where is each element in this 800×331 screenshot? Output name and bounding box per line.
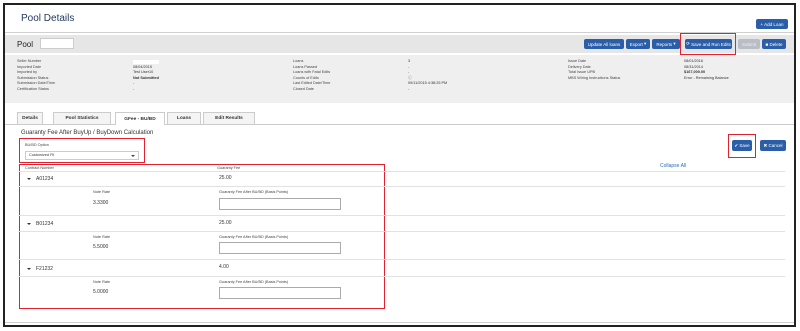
guaranty-fee-value: 25.00 bbox=[219, 175, 232, 181]
caret-down-icon bbox=[27, 222, 31, 225]
tab-details[interactable]: Details bbox=[17, 112, 43, 124]
row-divider bbox=[18, 186, 785, 187]
collapse-all-link[interactable]: Collapse All bbox=[660, 163, 686, 169]
x-icon: ✖ bbox=[763, 142, 768, 148]
submit-button[interactable]: Submit bbox=[738, 39, 760, 49]
info-label: Last Edited Date/Time bbox=[293, 81, 331, 85]
export-dropdown-button[interactable]: Export ▾ bbox=[626, 39, 650, 49]
bubd-option-select[interactable]: Customized Fit bbox=[25, 151, 139, 160]
cancel-label: Cancel bbox=[768, 143, 783, 148]
cancel-button[interactable]: ✖ Cancel bbox=[760, 140, 786, 151]
contract-row-a01234[interactable]: A01234 bbox=[27, 176, 53, 182]
note-rate-label: Note Rate bbox=[93, 280, 111, 284]
caret-down-icon bbox=[131, 155, 135, 157]
header-divider bbox=[18, 171, 785, 172]
contract-number-header: Contract Number bbox=[25, 166, 54, 170]
info-left-labels: Seller Number Imported Date Imported by … bbox=[17, 59, 55, 92]
caret-down-icon bbox=[27, 177, 31, 180]
info-label: Closed Date bbox=[293, 86, 314, 91]
fee-after-bubd-input[interactable] bbox=[219, 242, 341, 254]
row-divider bbox=[18, 215, 785, 216]
reports-dropdown-button[interactable]: Reports ▾ bbox=[652, 39, 680, 49]
info-mid-values: 3 - - ⓘ 09/11/2015 4:38:25 PM - bbox=[408, 59, 447, 92]
contract-number: F21232 bbox=[36, 266, 53, 272]
save-button[interactable]: ✔ Save bbox=[732, 140, 752, 151]
info-label: Loans with Fatal Edits bbox=[293, 70, 331, 74]
note-rate-label: Note Rate bbox=[93, 235, 111, 239]
info-icon: ⓘ bbox=[408, 75, 412, 80]
fee-after-label: Guaranty Fee After BU/BD (Basis Points) bbox=[219, 280, 289, 284]
row-divider bbox=[18, 231, 785, 232]
fee-after-label: Guaranty Fee After BU/BD (Basis Points) bbox=[219, 235, 289, 239]
reports-label: Reports bbox=[656, 41, 673, 47]
fee-after-bubd-input[interactable] bbox=[219, 198, 341, 210]
info-right-values: 08/01/2016 08/31/2014 $167,000.00 Error … bbox=[684, 59, 729, 81]
check-icon: ✔ bbox=[734, 142, 739, 148]
info-value: - bbox=[408, 86, 410, 91]
add-loan-button[interactable]: + Add Loan bbox=[756, 19, 788, 29]
highlight-save-run bbox=[680, 33, 736, 55]
note-rate-label: Note Rate bbox=[93, 190, 111, 194]
row-divider bbox=[18, 259, 785, 260]
info-mid-labels: Loans Loans Passed Loans with Fatal Edit… bbox=[293, 59, 330, 92]
tab-edit-results[interactable]: Edit Results bbox=[203, 112, 255, 124]
row-divider bbox=[18, 276, 785, 277]
note-rate-value: 5.5000 bbox=[93, 244, 109, 250]
note-rate-value: 3.3300 bbox=[93, 200, 109, 206]
contract-row-b01234[interactable]: B01234 bbox=[27, 221, 53, 227]
info-value: 09/11/2015 4:38:25 PM bbox=[408, 81, 448, 85]
guaranty-fee-header: Guaranty Fee bbox=[217, 166, 241, 170]
delete-label: Delete bbox=[769, 41, 783, 47]
guaranty-fee-value: 25.00 bbox=[219, 220, 232, 226]
page-title: Pool Details bbox=[21, 13, 75, 24]
pool-number-field[interactable] bbox=[40, 38, 74, 49]
delete-button[interactable]: ■ Delete bbox=[762, 39, 786, 49]
info-right-labels: Issue Date Delivery Date Total Issue UPB… bbox=[568, 59, 620, 81]
contract-number: B01234 bbox=[36, 221, 54, 227]
info-value: Not Submitted bbox=[133, 75, 159, 80]
caret-down-icon bbox=[27, 267, 31, 270]
update-all-loans-button[interactable]: Update All loans bbox=[584, 39, 624, 49]
title-divider bbox=[5, 32, 794, 33]
caret-down-icon: ▾ bbox=[644, 41, 647, 46]
info-value: - bbox=[133, 86, 135, 91]
guaranty-fee-value: 4.00 bbox=[219, 264, 229, 270]
info-label: Submission Date/Time bbox=[17, 81, 56, 85]
pool-info-panel: Seller Number Imported Date Imported by … bbox=[5, 55, 794, 103]
contract-number: A01234 bbox=[36, 176, 54, 182]
contract-row-f21232[interactable]: F21232 bbox=[27, 266, 53, 272]
export-label: Export bbox=[629, 41, 643, 47]
note-rate-value: 5.0000 bbox=[93, 289, 109, 295]
tab-loans[interactable]: Loans bbox=[167, 112, 201, 124]
info-left-values: 08/04/2015 Test User10 Not Submitted - - bbox=[133, 59, 159, 92]
pool-label: Pool bbox=[17, 40, 34, 49]
trash-icon: ■ bbox=[765, 41, 769, 47]
info-label: Certification Status bbox=[17, 86, 49, 91]
tab-gfee-bubd[interactable]: GFee - BU/BD bbox=[115, 112, 165, 125]
option-label: BU/BD Option bbox=[25, 143, 49, 147]
fee-after-bubd-input[interactable] bbox=[219, 287, 341, 299]
tab-pool-statistics[interactable]: Pool Statistics bbox=[53, 112, 111, 124]
option-value: Customized Fit bbox=[29, 153, 55, 157]
fee-after-label: Guaranty Fee After BU/BD (Basis Points) bbox=[219, 190, 289, 194]
save-label: Save bbox=[739, 143, 750, 148]
seller-number-value bbox=[133, 59, 159, 64]
info-label: MBS Wiring Instructions Status bbox=[568, 75, 621, 80]
pool-details-window: Pool Details + Add Loan Pool Update All … bbox=[3, 3, 796, 327]
caret-down-icon: ▾ bbox=[673, 41, 676, 46]
submit-label: Submit bbox=[741, 41, 756, 47]
section-title: Guaranty Fee After BuyUp / BuyDown Calcu… bbox=[21, 130, 154, 136]
footer-divider bbox=[5, 322, 794, 323]
info-value: Error - Remaining Balance bbox=[684, 75, 729, 80]
